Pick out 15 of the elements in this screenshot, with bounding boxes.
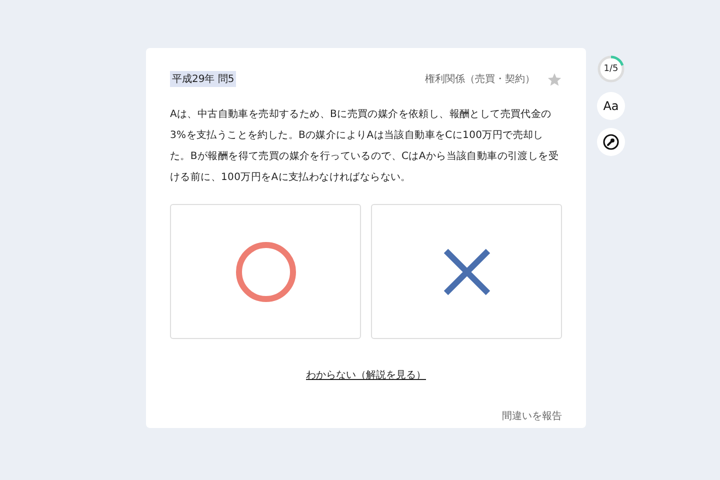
category-label: 権利関係（売買・契約） [425, 72, 535, 86]
circle-icon [234, 240, 298, 304]
wrench-button[interactable] [597, 128, 625, 156]
question-tag: 平成29年 問5 [170, 71, 236, 87]
star-icon[interactable] [547, 72, 562, 86]
font-size-button[interactable]: Aa [597, 92, 625, 120]
answer-option[interactable] [371, 204, 562, 339]
explanation-link[interactable]: わからない（解説を見る） [306, 370, 426, 381]
progress-label: 1/5 [604, 64, 618, 74]
answer-option[interactable] [170, 204, 361, 339]
progress-ring [596, 54, 626, 84]
cross-icon [442, 248, 490, 296]
question-text: Aは、中古自動車を売却するため、Bに売買の媒介を依頼し、報酬として売買代金の3%を支払うことを約した。Bの媒介によりAは当該自動車をCに100万円で売却した。Bが報酬を得て売買の媒介を行っているので、CはAから当該自動車の引渡しを受ける前に、100万円をAに支払わなければならない。 [170, 108, 560, 185]
report-link[interactable]: 間違いを報告 [502, 411, 562, 422]
wrench-icon [603, 134, 619, 150]
